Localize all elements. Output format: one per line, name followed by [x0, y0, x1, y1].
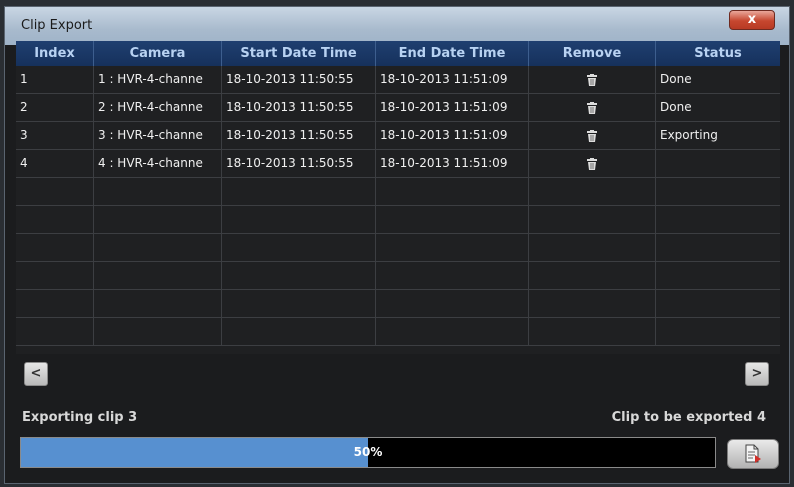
cell-index: 3 [16, 122, 94, 149]
cell-start-date-time: 18-10-2013 11:50:55 [222, 122, 376, 149]
cell-index [16, 290, 94, 317]
title-bar[interactable]: Clip Export x [5, 7, 789, 45]
cell-remove [529, 318, 656, 345]
cell-end-date-time [376, 206, 529, 233]
trash-icon[interactable] [587, 102, 597, 114]
column-header-camera[interactable]: Camera [94, 41, 222, 66]
cell-status: Exporting [660, 128, 718, 142]
cell-remove[interactable] [529, 122, 656, 149]
table-row [16, 290, 780, 318]
cell-end-date-time: 18-10-2013 11:51:09 [376, 94, 529, 121]
cell-status: Done [660, 72, 692, 86]
window-title: Clip Export [21, 18, 93, 33]
cell-camera [94, 262, 222, 289]
cell-end-date-time [376, 290, 529, 317]
cell-start-date-time [222, 178, 376, 205]
cell-remove [529, 206, 656, 233]
cell-index [16, 318, 94, 345]
cell-camera [94, 290, 222, 317]
column-header-remove[interactable]: Remove [529, 41, 656, 66]
cell-status [656, 206, 780, 233]
cell-camera: 3 : HVR-4-channe [94, 122, 222, 149]
column-header-end-date-time[interactable]: End Date Time [376, 41, 529, 66]
cell-start-date-time [222, 318, 376, 345]
table-row[interactable]: 44 : HVR-4-channe 18-10-2013 11:50:55 18-1… [16, 150, 780, 178]
cell-end-date-time [376, 178, 529, 205]
cell-start-date-time: 18-10-2013 11:50:55 [222, 94, 376, 121]
cell-status [656, 290, 780, 317]
cell-start-date-time: 18-10-2013 11:50:55 [222, 150, 376, 177]
export-progress-bar: 50% [20, 437, 716, 468]
cell-end-date-time: 18-10-2013 11:51:09 [376, 150, 529, 177]
cell-end-date-time [376, 318, 529, 345]
progress-label: 50% [353, 445, 383, 459]
cell-status [656, 262, 780, 289]
cell-camera [94, 206, 222, 233]
column-header-start-date-time[interactable]: Start Date Time [222, 41, 376, 66]
cell-remove[interactable] [529, 66, 656, 93]
cell-remove [529, 234, 656, 261]
export-status-text: Exporting clip 3 [22, 410, 138, 425]
table-row [16, 206, 780, 234]
export-button[interactable] [727, 439, 779, 469]
cell-index: 2 [16, 94, 94, 121]
trash-icon[interactable] [587, 130, 597, 142]
cell-end-date-time [376, 234, 529, 261]
trash-icon[interactable] [587, 74, 597, 86]
cell-status [656, 234, 780, 261]
cell-end-date-time: 18-10-2013 11:51:09 [376, 66, 529, 93]
cell-camera [94, 234, 222, 261]
cell-index [16, 262, 94, 289]
cell-remove [529, 290, 656, 317]
table-row [16, 318, 780, 346]
cell-camera [94, 318, 222, 345]
close-button[interactable]: x [729, 10, 775, 30]
cell-camera: 4 : HVR-4-channe [94, 150, 222, 177]
clip-table: Index Camera Start Date Time End Date Ti… [16, 41, 780, 354]
cell-index: 4 [16, 150, 94, 177]
scroll-left-button[interactable]: < [24, 362, 48, 386]
table-row[interactable]: 33 : HVR-4-channe 18-10-2013 11:50:55 18-1… [16, 122, 780, 150]
cell-start-date-time [222, 234, 376, 261]
cell-remove [529, 178, 656, 205]
export-document-icon [745, 444, 761, 463]
cell-status [656, 178, 780, 205]
cell-end-date-time: 18-10-2013 11:51:09 [376, 122, 529, 149]
cell-start-date-time [222, 262, 376, 289]
cell-start-date-time [222, 206, 376, 233]
scroll-right-button[interactable]: > [745, 362, 769, 386]
table-row [16, 234, 780, 262]
cell-status [656, 318, 780, 345]
cell-remove [529, 262, 656, 289]
cell-index: 1 [16, 66, 94, 93]
cell-start-date-time [222, 290, 376, 317]
table-row [16, 178, 780, 206]
cell-camera [94, 178, 222, 205]
table-row[interactable]: 22 : HVR-4-channe 18-10-2013 11:50:55 18-1… [16, 94, 780, 122]
cell-camera: 1 : HVR-4-channe [94, 66, 222, 93]
table-header: Index Camera Start Date Time End Date Ti… [16, 41, 780, 66]
cell-index [16, 234, 94, 261]
clip-count-text: Clip to be exported 4 [611, 410, 766, 425]
cell-remove[interactable] [529, 94, 656, 121]
trash-icon[interactable] [587, 158, 597, 170]
cell-camera: 2 : HVR-4-channe [94, 94, 222, 121]
table-row [16, 262, 780, 290]
cell-start-date-time: 18-10-2013 11:50:55 [222, 66, 376, 93]
cell-remove[interactable] [529, 150, 656, 177]
cell-index [16, 178, 94, 205]
cell-status [656, 150, 780, 177]
table-row[interactable]: 11 : HVR-4-channe 18-10-2013 11:50:55 18-1… [16, 66, 780, 94]
column-header-index[interactable]: Index [16, 41, 94, 66]
cell-end-date-time [376, 262, 529, 289]
column-header-status[interactable]: Status [656, 41, 780, 66]
cell-status: Done [660, 100, 692, 114]
cell-index [16, 206, 94, 233]
